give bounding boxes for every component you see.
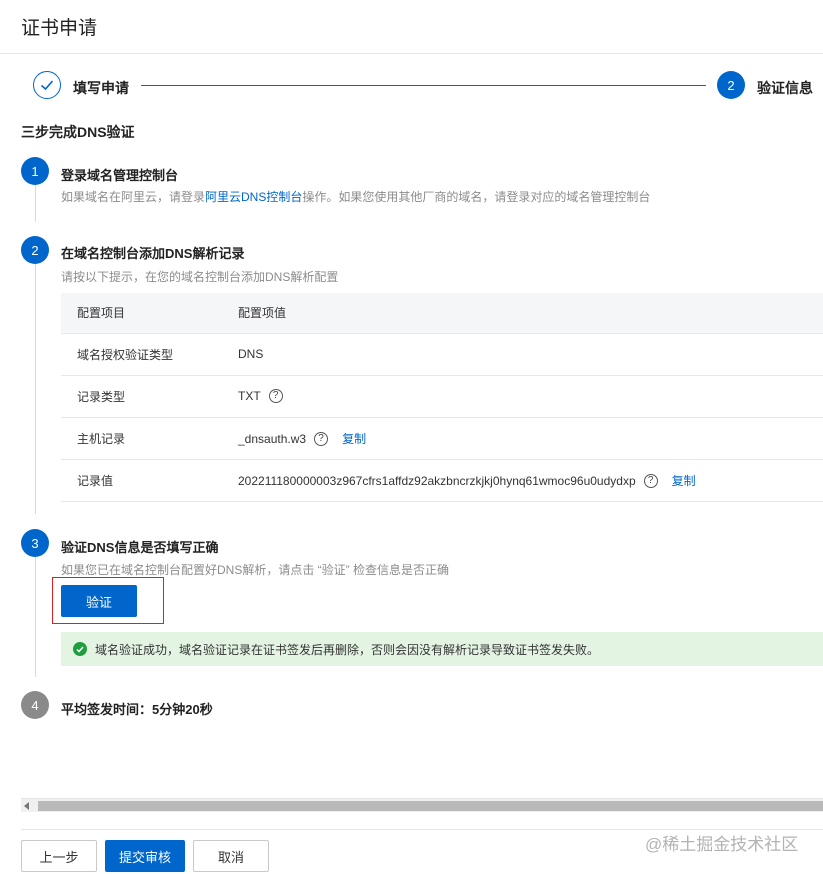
row-value: TXT <box>238 388 261 403</box>
stepper-step-2-label: 验证信息 <box>757 80 813 96</box>
section-title: 三步完成DNS验证 <box>21 124 135 140</box>
row-value: _dnsauth.w3 <box>238 431 307 446</box>
help-icon[interactable]: ? <box>268 389 283 404</box>
table-row: 主机记录 _dnsauth.w3? 复制 <box>61 416 823 459</box>
step-2-number: 2 <box>21 236 49 264</box>
step-1-title: 登录域名管理控制台 <box>61 168 179 183</box>
copy-host-record-link[interactable]: 复制 <box>342 432 366 446</box>
row-value: 202211180000003z967cfrs1affdz92akzbncrzk… <box>238 473 636 488</box>
success-check-icon <box>73 642 87 656</box>
step-2-title: 在域名控制台添加DNS解析记录 <box>61 246 245 261</box>
stepper-connector <box>141 85 706 86</box>
row-value-cell: _dnsauth.w3? 复制 <box>222 416 823 459</box>
row-key: 域名授权验证类型 <box>61 332 222 375</box>
table-header-row: 配置项目 配置项值 <box>61 293 823 333</box>
success-message: 域名验证成功，域名验证记录在证书签发后再删除，否则会因没有解析记录导致证书签发失… <box>95 642 600 657</box>
prev-step-button[interactable]: 上一步 <box>21 840 97 872</box>
step-1-desc: 如果域名在阿里云，请登录阿里云DNS控制台操作。如果您使用其他厂商的域名，请登录… <box>61 188 650 205</box>
row-value-cell: TXT? <box>222 374 823 417</box>
step-4-number: 4 <box>21 691 49 719</box>
copy-record-value-link[interactable]: 复制 <box>672 474 696 488</box>
cancel-button[interactable]: 取消 <box>193 840 269 872</box>
check-icon <box>40 80 54 91</box>
step-1-desc-suffix: 操作。如果您使用其他厂商的域名，请登录对应的域名管理控制台 <box>302 190 651 204</box>
header-config-value: 配置项值 <box>222 293 823 333</box>
step-4-title: 平均签发时间：5分钟20秒 <box>61 702 213 717</box>
horizontal-scrollbar[interactable] <box>21 798 823 812</box>
aliyun-dns-console-link[interactable]: 阿里云DNS控制台 <box>205 190 302 204</box>
help-icon[interactable]: ? <box>314 432 329 447</box>
stepper-step-1-label: 填写申请 <box>73 80 129 96</box>
dns-config-table: 配置项目 配置项值 域名授权验证类型 DNS 记录类型 TXT? 主机记录 _d… <box>61 293 823 502</box>
row-value-cell: 202211180000003z967cfrs1affdz92akzbncrzk… <box>222 458 823 502</box>
page-title: 证书申请 <box>21 18 98 39</box>
step-complete-icon <box>33 71 61 99</box>
row-value: DNS <box>238 347 264 361</box>
watermark: @稀土掘金技术社区 <box>645 835 799 854</box>
table-row: 域名授权验证类型 DNS <box>61 332 823 375</box>
step-connector-2 <box>35 263 36 514</box>
row-key: 记录类型 <box>61 374 222 417</box>
step-2-desc: 请按以下提示，在您的域名控制台添加DNS解析配置 <box>61 270 339 284</box>
step-3-desc: 如果您已在域名控制台配置好DNS解析，请点击 “验证” 检查信息是否正确 <box>61 563 449 577</box>
help-icon[interactable]: ? <box>643 474 658 489</box>
verify-button[interactable]: 验证 <box>61 585 137 617</box>
step-1-number: 1 <box>21 157 49 185</box>
submit-review-button[interactable]: 提交审核 <box>105 840 185 872</box>
row-value-cell: DNS <box>222 332 823 375</box>
row-key: 主机记录 <box>61 416 222 459</box>
step-connector-1 <box>35 184 36 222</box>
table-row: 记录值 202211180000003z967cfrs1affdz92akzbn… <box>61 458 823 502</box>
row-key: 记录值 <box>61 458 222 502</box>
header-config-item: 配置项目 <box>61 293 222 333</box>
table-row: 记录类型 TXT? <box>61 374 823 417</box>
step-3-title: 验证DNS信息是否填写正确 <box>61 540 219 555</box>
stepper-step-2-number: 2 <box>717 71 745 99</box>
scroll-left-icon[interactable] <box>24 802 29 810</box>
step-connector-3 <box>35 557 36 677</box>
step-1-desc-prefix: 如果域名在阿里云，请登录 <box>61 190 206 204</box>
step-3-number: 3 <box>21 529 49 557</box>
scrollbar-thumb[interactable] <box>38 801 823 811</box>
header-divider <box>0 53 823 54</box>
success-alert: 域名验证成功，域名验证记录在证书签发后再删除，否则会因没有解析记录导致证书签发失… <box>61 632 823 666</box>
